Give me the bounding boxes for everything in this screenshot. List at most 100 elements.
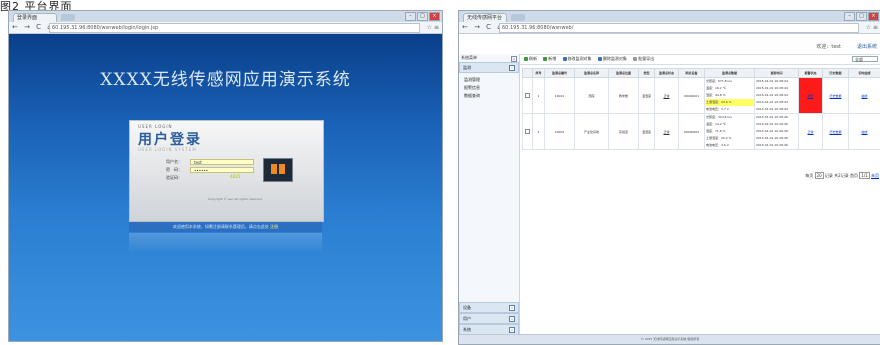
- filter-select[interactable]: 全部: [852, 56, 878, 62]
- data-line: 电池电压：3.7 V: [705, 106, 754, 113]
- tab-bar: 无线传感网平台 – □ ×: [459, 11, 880, 22]
- cell-name: 西院: [575, 78, 609, 114]
- verify-code[interactable]: 4825: [230, 174, 240, 179]
- time-line: 2015-01-01 10:26:46: [755, 128, 798, 135]
- address-bar: ← → C ⌂ 60.195.31.96:8080/wsnweb/login/l…: [9, 22, 442, 34]
- platform-browser-window: 无线传感网平台 – □ × ← → C ⌂ 60.195.31.96:8080/…: [458, 10, 880, 345]
- nav-buttons[interactable]: ← → C ⌂: [462, 23, 504, 32]
- cell-time: 2015-01-01 10:28:44 2015-01-01 10:28:44 …: [755, 78, 799, 114]
- col-name[interactable]: 监测点名称: [575, 69, 609, 78]
- minimize-button[interactable]: –: [405, 12, 416, 21]
- cell-gateway: 00000002: [679, 114, 705, 150]
- cell-history[interactable]: 历史数据: [823, 78, 849, 114]
- username-input[interactable]: test: [190, 159, 254, 165]
- add-button[interactable]: 新增: [543, 56, 556, 61]
- chevron-up-icon[interactable]: ^: [509, 65, 515, 71]
- refresh-button[interactable]: 刷新: [524, 56, 537, 61]
- minimize-button[interactable]: –: [844, 12, 855, 21]
- history-link[interactable]: 历史数据: [829, 94, 841, 98]
- new-tab-button[interactable]: [511, 14, 525, 21]
- export-icon: [633, 57, 637, 61]
- browser-tab[interactable]: 登录界面: [13, 13, 57, 22]
- pager: 每页 20 记录 共2记录 首页 1/1 末页: [805, 172, 879, 179]
- login-button-icon[interactable]: [263, 158, 293, 182]
- page-size-select[interactable]: 20: [815, 172, 824, 179]
- password-input[interactable]: ••••••: [190, 167, 254, 173]
- delete-icon: [598, 57, 602, 61]
- verify-label: 验证码：: [166, 175, 182, 181]
- export-button[interactable]: 批量导出: [633, 56, 654, 61]
- col-alarm[interactable]: 报警状态: [799, 69, 823, 78]
- url-field[interactable]: 60.195.31.96:8080/wsnweb/: [499, 23, 859, 33]
- curve-link[interactable]: 曲线: [861, 130, 867, 134]
- user-info: 欢迎：test: [816, 43, 841, 50]
- col-type[interactable]: 类型: [639, 69, 655, 78]
- browser-tools[interactable]: ☆ ≡: [427, 23, 439, 32]
- col-check: [523, 69, 533, 78]
- col-gateway[interactable]: 网关设备: [679, 69, 705, 78]
- cell-time: 2015-01-01 10:26:46 2015-01-01 10:26:46 …: [755, 114, 799, 150]
- history-link[interactable]: 历史数据: [829, 130, 841, 134]
- cell-location: 教学楼: [609, 78, 639, 114]
- col-status[interactable]: 监测点状态: [655, 69, 679, 78]
- chevron-down-icon[interactable]: v: [509, 327, 515, 333]
- alarm-link[interactable]: 正常: [807, 130, 813, 134]
- browser-tools[interactable]: ☆ ≡: [866, 23, 878, 32]
- password-label: 密 码：: [166, 167, 182, 173]
- col-location[interactable]: 监测点位置: [609, 69, 639, 78]
- row-checkbox[interactable]: [523, 78, 533, 114]
- col-index[interactable]: 序号: [533, 69, 545, 78]
- col-time[interactable]: 更新时间: [755, 69, 799, 78]
- table-row[interactable]: 1 10001 西院 教学楼 温湿度 正常 00000001 光照度：671.8…: [523, 78, 880, 114]
- sidebar-item-alarm[interactable]: 报警信息: [459, 84, 519, 92]
- table-row[interactable]: 2 10002 产业化基地 实验室 温湿度 正常 00000002 光照度：32…: [523, 114, 880, 150]
- page-select[interactable]: 1/1: [859, 172, 869, 179]
- sidebar-group-user[interactable]: 用户v: [459, 313, 519, 324]
- row-checkbox[interactable]: [523, 114, 533, 150]
- time-line: 2015-01-01 10:28:44: [755, 78, 798, 85]
- logout-link[interactable]: 退出系统: [857, 43, 877, 50]
- curve-link[interactable]: 曲线: [861, 94, 867, 98]
- time-line: 2015-01-01 10:28:44: [755, 99, 798, 106]
- nav-buttons[interactable]: ← → C ⌂: [12, 23, 54, 32]
- time-line: 2015-01-01 10:28:44: [755, 85, 798, 92]
- col-data[interactable]: 监测点数据: [705, 69, 755, 78]
- col-code[interactable]: 监测点编号: [545, 69, 575, 78]
- cell-data: 光照度：324.6 lux 温度：14.2 ℃ 湿度：71.6 % 土壤湿度：3…: [705, 114, 755, 150]
- close-button[interactable]: ×: [429, 12, 440, 21]
- delete-button[interactable]: 删除监测对象: [598, 56, 627, 61]
- cell-curve[interactable]: 曲线: [849, 114, 880, 150]
- url-field[interactable]: 60.195.31.96:8080/wsnweb/login/login.jsp: [49, 23, 420, 33]
- cell-status-link[interactable]: 正常: [655, 78, 679, 114]
- sidebar-group-device[interactable]: 设备v: [459, 302, 519, 313]
- add-icon: [543, 57, 547, 61]
- last-page-link[interactable]: 末页: [871, 173, 879, 178]
- sidebar-group-monitor[interactable]: 监测^: [459, 62, 519, 73]
- pager-prefix: 每页: [805, 173, 813, 178]
- sidebar-item-manage[interactable]: 监测管理: [459, 76, 519, 84]
- cell-alarm-red[interactable]: 报警: [799, 78, 823, 114]
- browser-tab[interactable]: 无线传感网平台: [463, 13, 507, 22]
- register-link[interactable]: 注册: [270, 224, 278, 229]
- copyright-text: Copyright © wsn All rights reserved.: [208, 197, 263, 201]
- cell-curve[interactable]: 曲线: [849, 78, 880, 114]
- col-curve[interactable]: 实时曲线: [849, 69, 880, 78]
- cell-gateway: 00000001: [679, 78, 705, 114]
- new-tab-button[interactable]: [61, 14, 75, 21]
- maximize-button[interactable]: □: [417, 12, 428, 21]
- maximize-button[interactable]: □: [856, 12, 867, 21]
- login-panel: USER LOGIN 用户登录 USER LOGIN SYSTEM 用户名： t…: [129, 120, 324, 222]
- col-history[interactable]: 历史数据: [823, 69, 849, 78]
- sidebar-item-query[interactable]: 数据查询: [459, 92, 519, 100]
- cell-status-link[interactable]: 正常: [655, 114, 679, 150]
- chevron-down-icon[interactable]: v: [509, 316, 515, 322]
- close-button[interactable]: ×: [868, 12, 879, 21]
- system-title: XXXX无线传感网应用演示系统: [9, 65, 442, 90]
- edit-button[interactable]: 修改监测对象: [563, 56, 592, 61]
- cell-history[interactable]: 历史数据: [823, 114, 849, 150]
- chevron-down-icon[interactable]: v: [509, 305, 515, 311]
- data-line: 温度：16.2 ℃: [705, 85, 754, 92]
- alarm-link[interactable]: 报警: [807, 94, 813, 98]
- cell-alarm[interactable]: 正常: [799, 114, 823, 150]
- login-logo-text: 用户登录: [138, 129, 202, 149]
